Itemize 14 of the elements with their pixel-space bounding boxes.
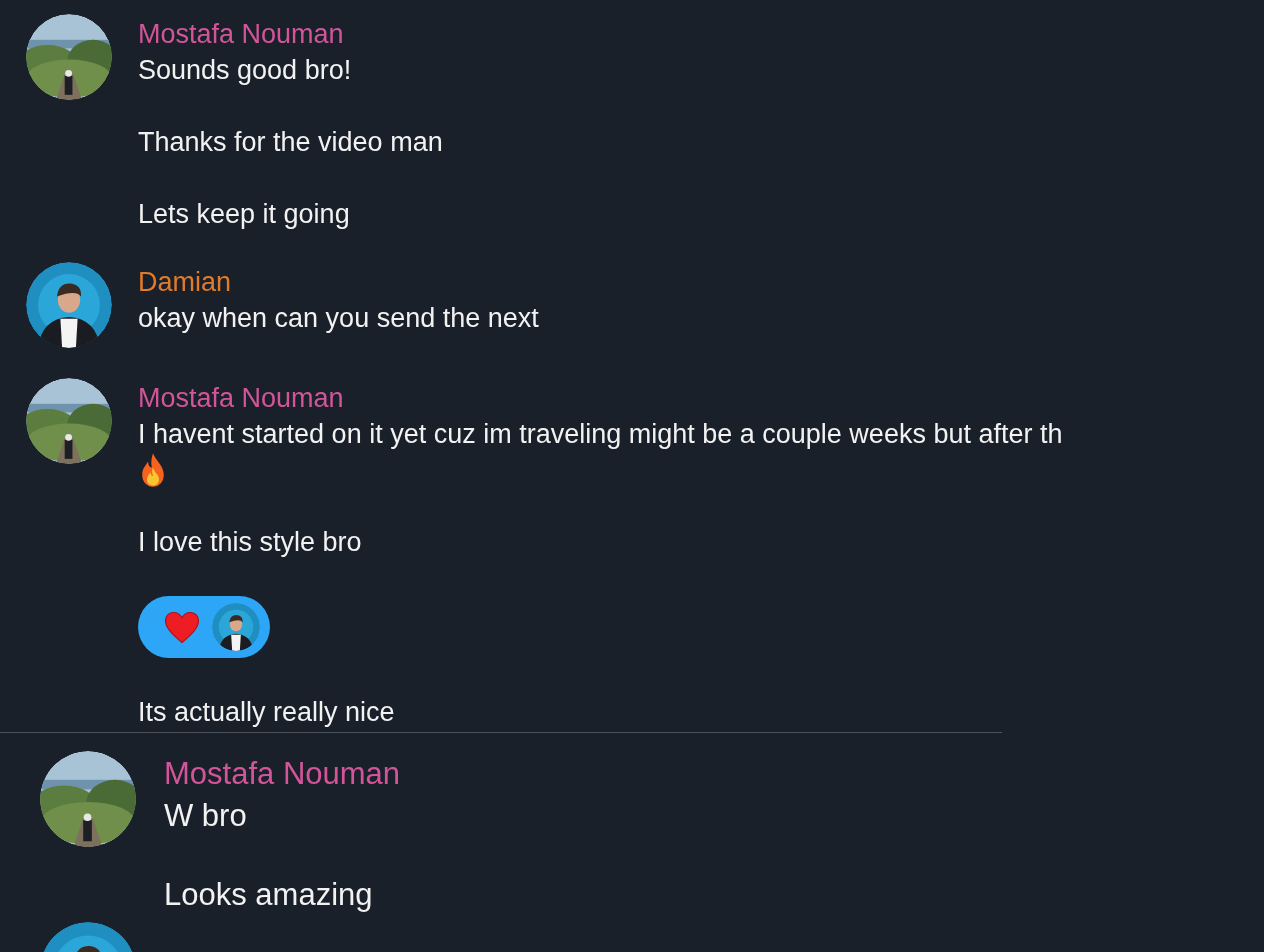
message-text: I love this style bro	[138, 526, 362, 559]
message-text: Looks amazing	[164, 876, 373, 914]
author-name: Mostafa Nouman	[138, 18, 344, 51]
message-text: okay when can you send the next	[138, 302, 539, 335]
message-text: W bro	[164, 797, 247, 835]
author-name: Mostafa Nouman	[164, 755, 401, 793]
author-name: Mostafa Nouman	[138, 382, 344, 415]
message-text: Lets keep it going	[138, 198, 350, 231]
message-text: Its actually really nice	[138, 696, 395, 729]
message-text: Sounds good bro!	[138, 54, 352, 87]
message-text: I havent started on it yet cuz im traveling might be a couple weeks but after th	[138, 418, 1063, 451]
author-name: Damian	[138, 266, 232, 299]
heart-icon	[164, 610, 200, 644]
message-text: Thanks for the video man	[138, 126, 443, 159]
